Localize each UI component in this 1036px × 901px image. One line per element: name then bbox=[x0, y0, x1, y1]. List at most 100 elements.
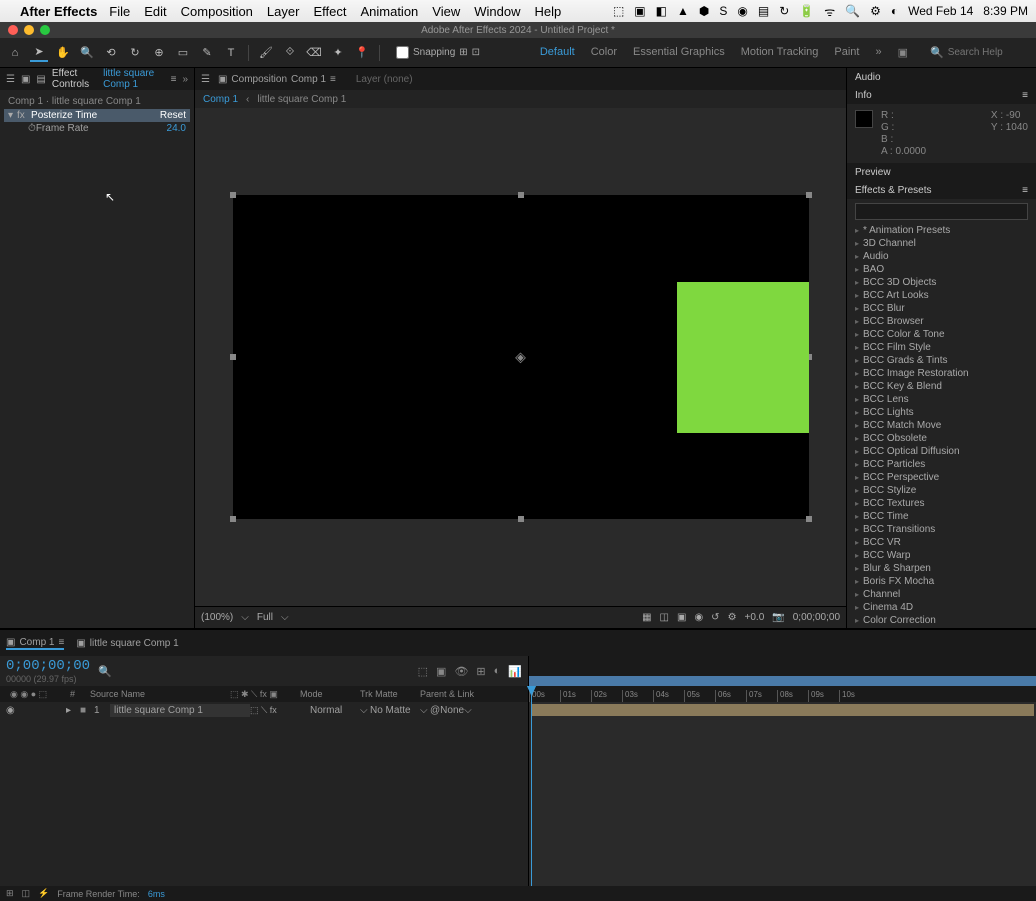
effect-param-frame-rate[interactable]: ⏱ Frame Rate 24.0 bbox=[4, 122, 190, 135]
tab-close-icon[interactable]: ≡ bbox=[330, 74, 336, 85]
project-tab-icon[interactable]: ▣ bbox=[21, 74, 30, 85]
window-close-button[interactable] bbox=[8, 25, 18, 35]
effects-category-item[interactable]: ▸BCC Lens bbox=[847, 393, 1036, 406]
effects-category-item[interactable]: ▸Blur & Sharpen bbox=[847, 562, 1036, 575]
anchor-point-icon[interactable]: ◈ bbox=[515, 349, 526, 366]
snapping-toggle[interactable]: Snapping ⊞ ⊡ bbox=[396, 46, 480, 59]
twirl-right-icon[interactable]: ▸ bbox=[855, 434, 859, 443]
effects-category-item[interactable]: ▸BCC Time bbox=[847, 510, 1036, 523]
selection-handle[interactable] bbox=[230, 516, 236, 522]
stopwatch-icon[interactable]: ⏱ bbox=[28, 123, 36, 134]
twirl-right-icon[interactable]: ▸ bbox=[855, 512, 859, 521]
siri-icon[interactable]: ◐ bbox=[891, 4, 898, 18]
info-panel-header[interactable]: Info≡ bbox=[847, 86, 1036, 104]
twirl-right-icon[interactable]: ▸ bbox=[855, 525, 859, 534]
toggle-switches-icon[interactable]: ⊞ bbox=[6, 888, 14, 899]
mask-toggle-icon[interactable]: ◫ bbox=[660, 612, 669, 623]
param-value[interactable]: 24.0 bbox=[167, 123, 186, 134]
effects-category-item[interactable]: ▸Audio bbox=[847, 250, 1036, 263]
workspace-paint[interactable]: Paint bbox=[834, 46, 859, 59]
twirl-right-icon[interactable]: ▸ bbox=[855, 564, 859, 573]
work-area-bar[interactable] bbox=[529, 676, 1036, 686]
trkmat-col[interactable]: Trk Matte bbox=[356, 689, 416, 699]
menu-file[interactable]: File bbox=[109, 4, 130, 19]
effects-category-item[interactable]: ▸BCC 3D Objects bbox=[847, 276, 1036, 289]
panel-menu-icon[interactable]: ≡ bbox=[1022, 185, 1028, 196]
toggle-modes-icon[interactable]: ◫ bbox=[22, 888, 31, 899]
zoom-level[interactable]: (100%) bbox=[201, 612, 233, 623]
twirl-right-icon[interactable]: ▸ bbox=[855, 304, 859, 313]
effects-category-item[interactable]: ▸Color Correction bbox=[847, 614, 1036, 627]
selection-tool-icon[interactable]: ➤ bbox=[30, 44, 48, 62]
puppet-tool-icon[interactable]: 📍 bbox=[353, 44, 371, 62]
effects-category-item[interactable]: ▸BCC Grads & Tints bbox=[847, 354, 1036, 367]
effects-category-item[interactable]: ▸* Animation Presets bbox=[847, 224, 1036, 237]
zoom-tool-icon[interactable]: 🔍 bbox=[78, 44, 96, 62]
spotlight-icon[interactable]: 🔍 bbox=[845, 4, 860, 18]
twirl-right-icon[interactable]: ▸ bbox=[855, 330, 859, 339]
shape-tool-icon[interactable]: ▭ bbox=[174, 44, 192, 62]
effects-category-item[interactable]: ▸Channel bbox=[847, 588, 1036, 601]
orbit-tool-icon[interactable]: ⟲ bbox=[102, 44, 120, 62]
twirl-right-icon[interactable]: ▸ bbox=[855, 278, 859, 287]
effects-category-item[interactable]: ▸BCC Color & Tone bbox=[847, 328, 1036, 341]
effects-category-item[interactable]: ▸BCC Film Style bbox=[847, 341, 1036, 354]
twirl-right-icon[interactable]: ▸ bbox=[855, 421, 859, 430]
twirl-right-icon[interactable]: ▸ bbox=[855, 499, 859, 508]
layer-switches[interactable]: ⬚ ⟍ fx bbox=[250, 705, 310, 716]
twirl-right-icon[interactable]: ▸ bbox=[855, 551, 859, 560]
snapshot-icon[interactable]: 📷 bbox=[772, 612, 784, 623]
frame-blend-icon[interactable]: ⊞ bbox=[476, 665, 485, 678]
twirl-right-icon[interactable]: ▸ bbox=[855, 252, 859, 261]
layer-color-label[interactable]: ■ bbox=[80, 705, 94, 716]
layer-av-toggles[interactable]: ◉ bbox=[6, 705, 66, 716]
effects-category-item[interactable]: ▸BCC VR bbox=[847, 536, 1036, 549]
layer-viewer-tab[interactable]: Layer (none) bbox=[356, 74, 413, 85]
home-icon[interactable]: ⌂ bbox=[6, 44, 24, 62]
twirl-right-icon[interactable]: ▸ bbox=[855, 447, 859, 456]
tab-close-icon[interactable]: ≡ bbox=[58, 637, 64, 648]
mode-dropdown-icon[interactable]: ⌵ bbox=[360, 705, 370, 716]
selection-handle[interactable] bbox=[518, 192, 524, 198]
menu-edit[interactable]: Edit bbox=[144, 4, 166, 19]
twirl-right-icon[interactable]: ▸ bbox=[855, 395, 859, 404]
twirl-right-icon[interactable]: ▸ bbox=[855, 538, 859, 547]
twirl-right-icon[interactable]: ▸ bbox=[855, 577, 859, 586]
selection-handle[interactable] bbox=[230, 192, 236, 198]
layer-trkmat[interactable]: No Matte bbox=[370, 705, 420, 716]
app-icon-3[interactable]: ⬢ bbox=[699, 4, 709, 18]
comp-tab-icon[interactable]: ▣ bbox=[218, 74, 227, 85]
parent-col[interactable]: Parent & Link bbox=[416, 689, 478, 699]
window-zoom-button[interactable] bbox=[40, 25, 50, 35]
menubar-time[interactable]: 8:39 PM bbox=[983, 4, 1028, 18]
effects-category-item[interactable]: ▸BCC Image Restoration bbox=[847, 367, 1036, 380]
timeline-tab-comp1[interactable]: ▣ Comp 1 ≡ bbox=[6, 637, 64, 650]
effect-controls-tab-icon[interactable]: ▤ bbox=[36, 74, 45, 85]
panel-menu-icon[interactable]: ☰ bbox=[201, 74, 210, 85]
effects-category-item[interactable]: ▸BCC Particles bbox=[847, 458, 1036, 471]
menu-effect[interactable]: Effect bbox=[313, 4, 346, 19]
effects-category-item[interactable]: ▸BCC Key & Blend bbox=[847, 380, 1036, 393]
twirl-right-icon[interactable]: ▸ bbox=[855, 356, 859, 365]
selection-handle[interactable] bbox=[806, 516, 812, 522]
effects-category-item[interactable]: ▸BCC Blur bbox=[847, 302, 1036, 315]
pickwhip-icon[interactable]: @ bbox=[430, 705, 440, 716]
graph-editor-icon[interactable]: 📊 bbox=[508, 665, 522, 678]
mode-col[interactable]: Mode bbox=[296, 689, 356, 699]
roto-tool-icon[interactable]: ✦ bbox=[329, 44, 347, 62]
search-help-input[interactable] bbox=[948, 47, 1028, 58]
timeline-timecode[interactable]: 0;00;00;00 bbox=[6, 658, 90, 674]
twirl-right-icon[interactable]: ▸ bbox=[855, 317, 859, 326]
twirl-right-icon[interactable]: ▸ bbox=[855, 603, 859, 612]
menu-view[interactable]: View bbox=[432, 4, 460, 19]
shy-icon[interactable]: 👁 bbox=[454, 665, 468, 678]
anchor-tool-icon[interactable]: ⊕ bbox=[150, 44, 168, 62]
panel-overflow-icon[interactable]: » bbox=[182, 74, 188, 85]
twirl-right-icon[interactable]: ▸ bbox=[855, 343, 859, 352]
brush-tool-icon[interactable]: 🖌 bbox=[257, 44, 275, 62]
fx-icon[interactable]: fx bbox=[17, 110, 27, 121]
menu-composition[interactable]: Composition bbox=[181, 4, 253, 19]
control-center-icon[interactable]: ⚙ bbox=[870, 4, 881, 18]
workspace-motion-tracking[interactable]: Motion Tracking bbox=[741, 46, 819, 59]
twirl-right-icon[interactable]: ▸ bbox=[855, 486, 859, 495]
